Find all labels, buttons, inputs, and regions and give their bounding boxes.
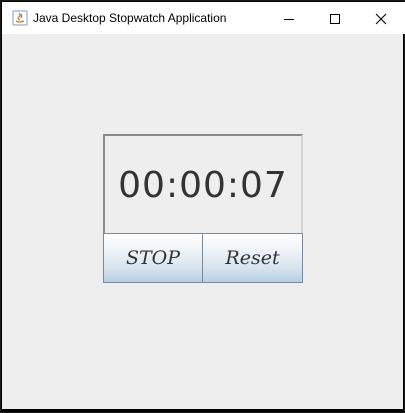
stopwatch-panel: 00:00:07 STOP Reset <box>2 34 403 409</box>
elapsed-time: 00:00:07 <box>118 165 288 206</box>
close-icon <box>375 13 387 24</box>
window-title: Java Desktop Stopwatch Application <box>33 11 227 25</box>
maximize-button[interactable] <box>312 3 358 34</box>
close-button[interactable] <box>358 3 404 34</box>
title-bar[interactable]: Java Desktop Stopwatch Application <box>2 2 405 34</box>
app-window: Java Desktop Stopwatch Application 00:00… <box>0 0 405 413</box>
minimize-icon <box>284 18 294 20</box>
reset-button[interactable]: Reset <box>202 233 303 283</box>
minimize-button[interactable] <box>266 3 312 34</box>
stop-button[interactable]: STOP <box>103 233 203 283</box>
maximize-icon <box>330 13 340 24</box>
time-display: 00:00:07 <box>103 134 303 234</box>
java-icon <box>12 10 28 26</box>
